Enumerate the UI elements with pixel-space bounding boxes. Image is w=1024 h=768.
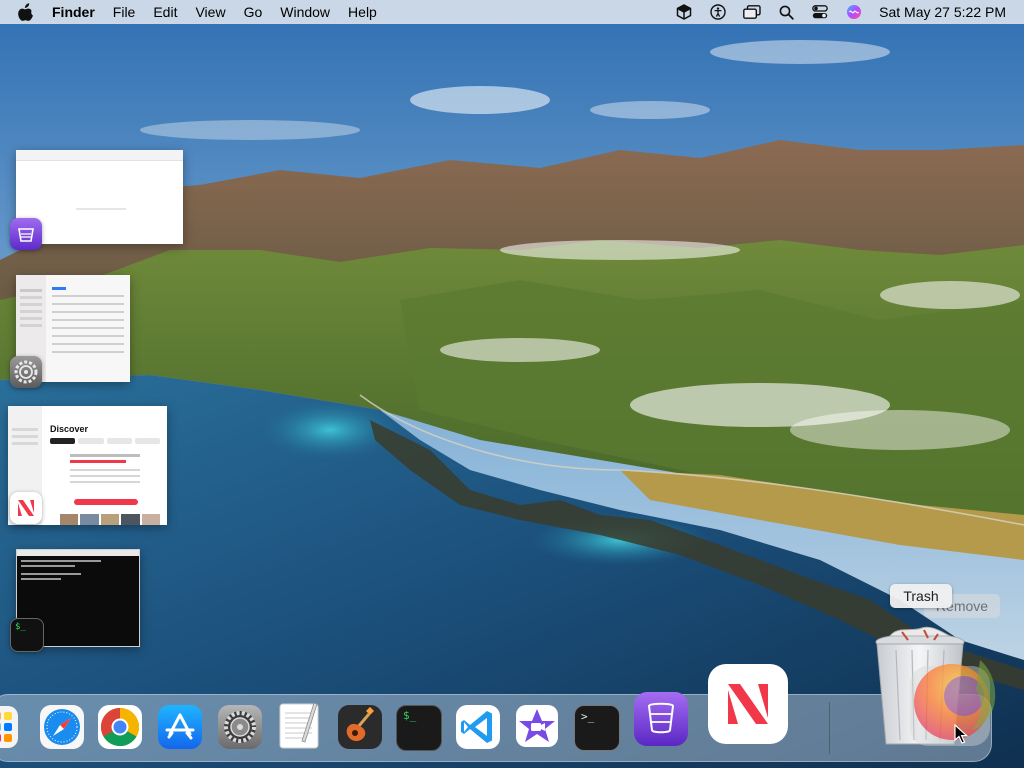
menu-view[interactable]: View (186, 0, 234, 24)
menu-bar-clock[interactable]: Sat May 27 5:22 PM (879, 4, 1006, 20)
dock-divider (829, 702, 830, 754)
news-headline: Discover (50, 424, 89, 434)
window-content (76, 208, 126, 210)
menu-bar: Finder File Edit View Go Window Help Sat… (0, 0, 1024, 24)
menu-bar-extras: Sat May 27 5:22 PM (667, 0, 1024, 24)
configurator-icon[interactable] (10, 218, 42, 250)
desktop-wallpaper (0, 0, 1024, 768)
display-mirror-icon[interactable] (743, 3, 761, 21)
app-store-icon[interactable] (156, 703, 204, 751)
settings-gear-icon[interactable] (216, 703, 264, 751)
window-toolbar (16, 150, 183, 161)
menu-edit[interactable]: Edit (144, 0, 186, 24)
configurator-icon[interactable] (632, 690, 690, 748)
terminal-output (17, 556, 139, 584)
menu-file[interactable]: File (104, 0, 145, 24)
box-icon[interactable] (675, 3, 693, 21)
trash-tooltip: Trash (890, 584, 952, 608)
script-editor-label: $_ (403, 709, 417, 722)
menu-window[interactable]: Window (271, 0, 339, 24)
apple-menu-icon[interactable] (14, 0, 38, 24)
terminal-icon[interactable]: $_ (10, 618, 44, 652)
safari-icon[interactable] (38, 703, 86, 751)
news-thumbnails (60, 514, 161, 525)
menu-help[interactable]: Help (339, 0, 386, 24)
settings-list (52, 287, 124, 359)
script-editor-icon[interactable]: $_ (396, 705, 442, 751)
terminal-icon[interactable]: >_ (574, 705, 620, 751)
news-tabs (50, 438, 160, 444)
terminal-dock-label: >_ (581, 710, 595, 723)
news-subscribe-button[interactable] (74, 499, 138, 505)
chrome-icon[interactable] (96, 703, 144, 751)
siri-icon[interactable] (845, 3, 863, 21)
control-center-icon[interactable] (811, 3, 829, 21)
settings-gear-icon[interactable] (10, 356, 42, 388)
news-promo-text (70, 454, 140, 489)
accessibility-icon[interactable] (709, 3, 727, 21)
terminal-prompt-glyph: $_ (15, 622, 26, 632)
garageband-icon[interactable] (336, 703, 384, 751)
vscode-icon[interactable] (454, 703, 502, 751)
search-icon[interactable] (777, 3, 795, 21)
launchpad-icon[interactable] (0, 704, 20, 750)
news-icon[interactable] (10, 492, 42, 524)
news-icon[interactable] (706, 662, 790, 746)
menu-go[interactable]: Go (235, 0, 272, 24)
menu-app-name[interactable]: Finder (38, 0, 104, 24)
imovie-icon[interactable] (514, 703, 560, 749)
mouse-cursor-icon (954, 723, 969, 749)
textedit-icon[interactable] (276, 701, 322, 751)
